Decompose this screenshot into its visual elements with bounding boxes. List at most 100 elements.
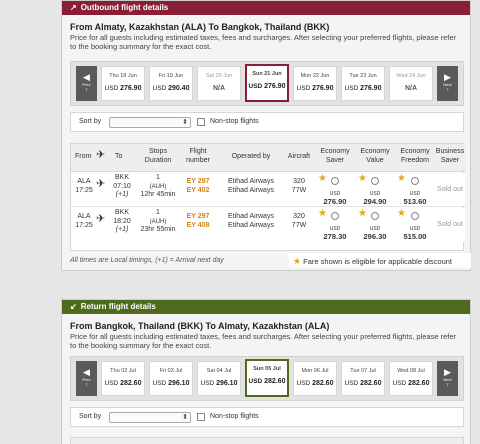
fare-saver[interactable]: ★ USD 278.30 — [316, 208, 354, 242]
day-price: N/A — [198, 85, 240, 92]
fare-radio[interactable] — [331, 177, 339, 185]
row-flights[interactable]: EY 297 EY 408 — [181, 213, 215, 230]
outbound-prev-button[interactable]: ◀ Prev 7 — [76, 66, 97, 101]
return-sort-select[interactable] — [109, 412, 191, 423]
day-amount: 282.60 — [360, 380, 382, 387]
row-operator: Etihad Airways Etihad Airways — [219, 178, 283, 195]
fare-radio[interactable] — [331, 212, 339, 220]
col-eco-value-l2: Value — [366, 156, 384, 164]
return-day-0[interactable]: Thu 02 Jul USD 282.60 — [101, 361, 145, 396]
discount-eligibility-note: ★ Fare shown is eligible for applicable … — [289, 253, 471, 268]
aircraft: 77W — [291, 221, 307, 229]
day-currency: USD — [344, 85, 359, 92]
col-eco-freedom-l2: Freedom — [400, 156, 429, 164]
chevron-right-icon: ▶ — [444, 72, 451, 82]
outbound-sort-select[interactable] — [109, 117, 191, 128]
day-currency: USD — [392, 380, 407, 387]
return-section: ↙ Return flight details From Bangkok, Tha… — [61, 299, 471, 444]
return-next-button[interactable]: ▶ Next 7 — [437, 361, 458, 396]
fare-amount: 278.30 — [323, 232, 347, 241]
row-dest: BKK 07:10 (+1) — [111, 174, 133, 200]
return-description: Price for all guests including estimated… — [70, 332, 457, 350]
fare-freedom[interactable]: ★ USD 515.00 — [395, 208, 435, 242]
return-nonstop-checkbox[interactable] — [197, 413, 205, 421]
fare-value[interactable]: ★ USD 296.30 — [356, 209, 394, 242]
outbound-day-0[interactable]: Thu 18 Jun USD 276.90 — [101, 66, 145, 101]
return-table-header-partial — [70, 437, 464, 444]
day-price: USD 296.10 — [150, 380, 192, 387]
fare-radio[interactable] — [371, 177, 379, 185]
nonstop-label: Non-stop flights — [210, 118, 259, 125]
day-currency: USD — [344, 380, 359, 387]
dep-time: 17:25 — [75, 221, 93, 229]
sort-label: Sort by — [79, 413, 102, 420]
outbound-day-4[interactable]: Mon 22 Jun USD 276.90 — [293, 66, 337, 101]
outbound-day-2: Sat 20 Jun N/A — [197, 66, 241, 101]
outbound-nonstop-checkbox[interactable] — [197, 118, 205, 126]
day-price: USD 282.60 — [390, 380, 432, 387]
day-amount: N/A — [404, 85, 418, 92]
stops-count: 1 — [156, 174, 160, 181]
return-arrow-icon: ↙ — [70, 302, 77, 311]
day-price: USD 276.90 — [247, 83, 287, 90]
plane-icon: ✈ — [96, 149, 106, 161]
outbound-day-3-selected[interactable]: Sun 21 Jun USD 276.90 — [245, 64, 289, 102]
fare-radio[interactable] — [411, 177, 419, 185]
flight-number[interactable]: EY 297 — [187, 178, 210, 185]
dep-time: 17:25 — [75, 186, 93, 194]
outbound-day-1[interactable]: Fri 19 Jun USD 290.40 — [149, 66, 193, 101]
day-date: Sun 21 Jun — [252, 71, 282, 77]
fare-radio[interactable] — [411, 212, 419, 220]
outbound-flights-table: From ✈ To Stops Duration Flight number Ope… — [70, 143, 465, 251]
col-flight-l1: Flight — [189, 148, 207, 155]
day-price: USD 276.90 — [102, 85, 144, 92]
return-day-2[interactable]: Sat 04 Jul USD 296.10 — [197, 361, 241, 396]
row-flights[interactable]: EY 297 EY 402 — [181, 178, 215, 195]
dest-code: BKK — [114, 174, 129, 181]
stop-airport: (AUH) — [149, 183, 167, 190]
day-amount: 282.60 — [408, 380, 430, 387]
star-icon: ★ — [318, 208, 327, 219]
chevron-left-icon: ◀ — [83, 367, 90, 377]
col-eco-freedom: Economy Freedom — [395, 148, 435, 165]
col-eco-saver: Economy Saver — [316, 148, 354, 165]
return-header: ↙ Return flight details — [62, 300, 470, 314]
fare-business-soldout: Sold out — [437, 221, 463, 228]
outbound-sort-row: Sort by Non-stop flights — [70, 112, 464, 132]
flight-number[interactable]: EY 402 — [187, 187, 210, 194]
return-day-3-selected[interactable]: Sun 05 Jul USD 282.60 — [245, 359, 289, 397]
star-icon: ★ — [397, 208, 406, 219]
fare-saver[interactable]: ★ USD 276.90 — [316, 174, 354, 207]
operator: Etihad Airways — [228, 186, 274, 194]
outbound-next-button[interactable]: ▶ Next 7 — [437, 66, 458, 101]
outbound-day-5[interactable]: Tue 23 Jun USD 276.90 — [341, 66, 385, 101]
return-prev-button[interactable]: ◀ Prev 7 — [76, 361, 97, 396]
aircraft: 320 — [293, 213, 305, 220]
col-eco-value: Economy Value — [356, 148, 394, 165]
day-price: USD 282.60 — [342, 380, 384, 387]
flight-number[interactable]: EY 408 — [187, 222, 210, 229]
fare-freedom[interactable]: ★ USD 513.60 — [395, 174, 435, 207]
return-day-5[interactable]: Tue 07 Jul USD 282.60 — [341, 361, 385, 396]
outbound-arrow-icon: ↗ — [70, 3, 77, 12]
next-count: 7 — [446, 382, 449, 387]
day-amount: 276.90 — [264, 83, 286, 90]
day-price: USD 276.90 — [294, 85, 336, 92]
col-stops-l2: Duration — [144, 156, 172, 164]
duration: 23hr 55min — [140, 226, 176, 233]
day-currency: USD — [152, 380, 167, 387]
row-stops: 1 (AUH) 23hr 55min — [138, 209, 178, 235]
day-date: Thu 02 Jul — [110, 368, 136, 374]
arr-time: 07:10 — [113, 182, 131, 190]
fare-radio[interactable] — [371, 212, 379, 220]
fare-value[interactable]: ★ USD 294.90 — [356, 174, 394, 207]
day-price: USD 282.60 — [102, 380, 144, 387]
return-day-1[interactable]: Fri 03 Jul USD 296.10 — [149, 361, 193, 396]
next-count: 7 — [446, 87, 449, 92]
return-day-6[interactable]: Wed 08 Jul USD 282.60 — [389, 361, 433, 396]
day-date: Thu 18 Jun — [109, 73, 137, 79]
return-date-carousel: ◀ Prev 7 Thu 02 Jul USD 282.60 Fri 03 Jul US… — [70, 356, 464, 401]
return-day-4[interactable]: Mon 06 Jul USD 282.60 — [293, 361, 337, 396]
col-operated: Operated by — [231, 153, 271, 160]
flight-number[interactable]: EY 297 — [187, 213, 210, 220]
